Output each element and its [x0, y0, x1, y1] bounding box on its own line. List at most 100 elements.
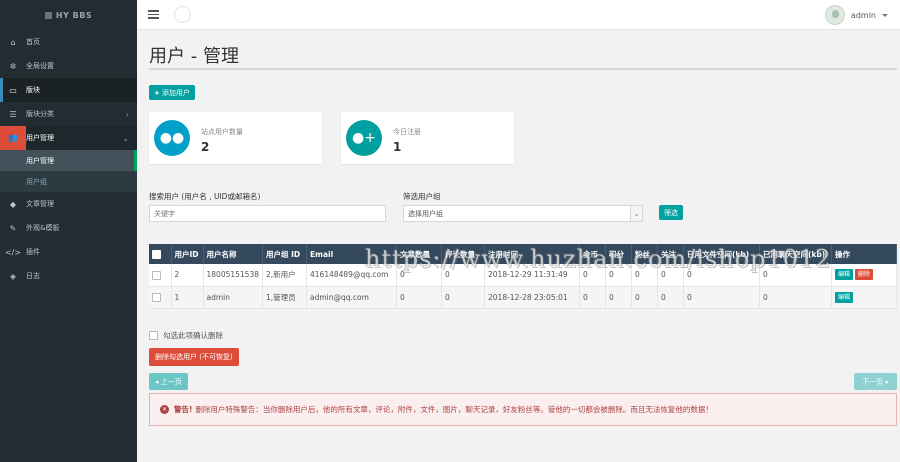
plus-icon: +: [154, 88, 160, 97]
user-group-select[interactable]: 选择用户组 ⌄: [403, 205, 643, 222]
sidebar-item-logs[interactable]: ◈ 日志: [0, 264, 137, 288]
users-icon: ●●: [154, 120, 190, 156]
menu-toggle-icon[interactable]: [148, 8, 159, 21]
delete-selected-button[interactable]: 删除勾选用户 (不可恢复): [149, 348, 239, 366]
table-cell: 0: [396, 264, 442, 287]
table-cell: 0: [631, 264, 658, 287]
table-cell: 2: [171, 264, 204, 287]
table-cell: admin@qq.com: [306, 286, 397, 309]
title-divider: [149, 68, 897, 70]
logo-icon: [44, 11, 52, 19]
next-page-button[interactable]: 下一页 ▸: [854, 373, 897, 390]
users-icon: 👥: [0, 126, 26, 150]
alert-title: 警告!: [174, 405, 193, 414]
add-user-icon: ●+: [346, 120, 382, 156]
table-cell: 0: [759, 264, 832, 287]
sidebar-item-articles[interactable]: ◆ 文章管理: [0, 192, 137, 216]
search-input[interactable]: 关键字: [149, 205, 386, 222]
logo[interactable]: HY BBS: [0, 0, 137, 30]
edit-user-button[interactable]: 编辑: [835, 291, 854, 303]
table-cell: 1,管理员: [262, 286, 307, 309]
sidebar-subitem-user-management[interactable]: 用户管理: [0, 150, 137, 171]
sidebar-item-plugins[interactable]: </> 插件: [0, 240, 137, 264]
column-header: 用户名称: [203, 244, 263, 264]
code-icon: </>: [4, 247, 22, 257]
add-user-button[interactable]: + 添加用户: [149, 85, 195, 100]
page-title: 用户 - 管理: [149, 46, 239, 67]
table-cell: 0: [683, 264, 760, 287]
sidebar-item-forum-category[interactable]: ☰ 版块分类 ›: [0, 102, 137, 126]
column-header: 关注: [657, 244, 684, 264]
avatar: [824, 5, 845, 25]
stat-card-total-users: ●● 站点用户数量 2: [149, 112, 322, 164]
brush-icon: ✎: [9, 223, 17, 233]
confirm-delete-row: 勾选此项确认删除: [149, 330, 223, 341]
sidebar-item-appearance[interactable]: ✎ 外观&模板: [0, 216, 137, 240]
edit-user-button[interactable]: 编辑: [835, 269, 854, 281]
delete-user-button[interactable]: 删除: [855, 269, 874, 281]
row-checkbox[interactable]: [149, 286, 172, 309]
column-header: 用户组 ID: [262, 244, 307, 264]
user-group-select-value: 选择用户组: [408, 209, 443, 218]
table-cell: 0: [683, 286, 760, 309]
users-table: 用户ID 用户名称 用户组 ID Email 文章数量 评论数量 注册时间 金币…: [149, 244, 897, 309]
table-cell: 0: [441, 286, 485, 309]
select-all-checkbox[interactable]: [149, 244, 172, 264]
column-header: 用户ID: [171, 244, 204, 264]
column-header: 积分: [605, 244, 632, 264]
table-cell: 0: [657, 264, 684, 287]
stat-label: 今日注册: [393, 128, 421, 136]
table-cell: 0: [657, 286, 684, 309]
table-cell: 0: [759, 286, 832, 309]
column-header: 已用文件空间(kb): [683, 244, 760, 264]
chevron-down-icon: [882, 13, 888, 17]
error-circle-icon: ✕: [160, 405, 169, 414]
column-header: 已用聊天空间(kb): [759, 244, 832, 264]
alert-message: 删除用户特殊警告：当你删除用户后，他的所有文章，评论，附件，文件，图片，聊天记录…: [195, 405, 713, 414]
table-cell: 2,新用户: [262, 264, 307, 287]
stat-card-today-registrations: ●+ 今日注册 1: [341, 112, 514, 164]
home-icon: ⌂: [10, 37, 16, 47]
table-cell: 0: [631, 286, 658, 309]
sidebar: ⌂ 首页 ✲ 全局设置 ▭ 版块 ☰ 版块分类 › 👥 用户管理 ⌄ 用户管理 …: [0, 30, 137, 462]
loading-indicator-icon: [174, 6, 191, 23]
sidebar-subitem-user-groups[interactable]: 用户组: [0, 171, 137, 192]
column-header: 操作: [831, 244, 897, 264]
confirm-delete-label: 勾选此项确认删除: [163, 331, 223, 340]
list-icon: ☰: [9, 109, 17, 119]
table-cell: 18005151538: [203, 264, 263, 287]
column-header: 文章数量: [396, 244, 442, 264]
filter-label: 筛选用户组: [403, 192, 441, 201]
table-row: 1 admin 1,管理员 admin@qq.com 0 0 2018-12-2…: [149, 286, 897, 309]
sidebar-item-global-settings[interactable]: ✲ 全局设置: [0, 54, 137, 78]
top-navbar: HY BBS admin: [0, 0, 900, 30]
table-header-row: 用户ID 用户名称 用户组 ID Email 文章数量 评论数量 注册时间 金币…: [149, 244, 897, 264]
row-checkbox[interactable]: [149, 264, 172, 287]
table-cell: 1: [171, 286, 204, 309]
sidebar-item-forum[interactable]: ▭ 版块: [0, 78, 137, 102]
table-cell: 0: [441, 264, 485, 287]
gear-icon: ✲: [9, 61, 17, 71]
table-row: 2 18005151538 2,新用户 416148489@qq.com 0 0…: [149, 264, 897, 287]
column-header: 粉丝: [631, 244, 658, 264]
table-cell: 2018-12-29 11:31:49: [484, 264, 580, 287]
table-cell: 0: [396, 286, 442, 309]
column-header: 注册时间: [484, 244, 580, 264]
user-menu[interactable]: admin: [824, 4, 888, 26]
arrow-right-icon: ▸: [883, 377, 889, 386]
table-cell: 0: [579, 286, 606, 309]
main-content: 用户 - 管理 + 添加用户 ●● 站点用户数量 2 ●+ 今日注册 1 搜索用…: [137, 30, 900, 462]
brand-name: HY BBS: [55, 10, 93, 20]
sidebar-item-user-management[interactable]: 👥 用户管理 ⌄: [0, 126, 137, 150]
sidebar-item-home[interactable]: ⌂ 首页: [0, 30, 137, 54]
chevron-down-icon: ⌄: [630, 206, 642, 221]
search-label: 搜索用户 (用户名 , UID或邮箱名): [149, 192, 261, 201]
confirm-delete-checkbox[interactable]: [149, 331, 158, 340]
stat-label: 站点用户数量: [201, 128, 243, 136]
table-cell: admin: [203, 286, 263, 309]
delete-warning-alert: ✕ 警告! 删除用户特殊警告：当你删除用户后，他的所有文章，评论，附件，文件，图…: [149, 393, 897, 426]
column-header: Email: [306, 244, 397, 264]
monitor-icon: ▭: [9, 85, 17, 95]
prev-page-button[interactable]: ◂ 上一页: [149, 373, 188, 390]
filter-button[interactable]: 筛选: [659, 205, 683, 220]
